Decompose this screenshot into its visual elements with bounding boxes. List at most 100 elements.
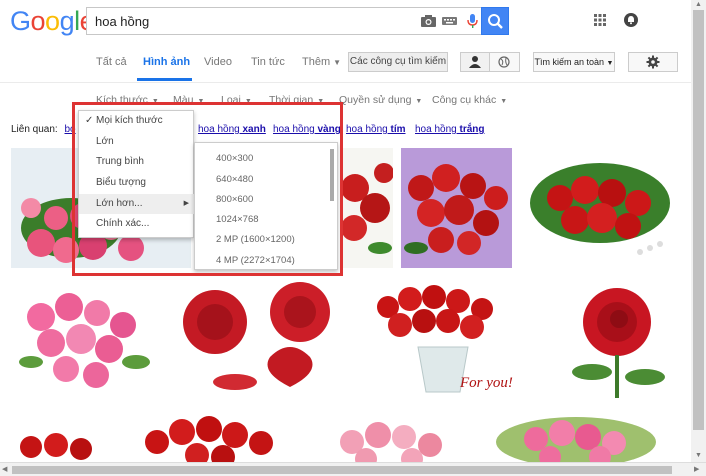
filter-time-label: Thời gian — [269, 94, 314, 106]
keyboard-icon[interactable] — [442, 15, 457, 27]
size-option-exact[interactable]: Chính xác... — [79, 214, 195, 234]
related-link-prefix: hoa hồng — [198, 124, 243, 135]
image-caption-text: For you! — [459, 375, 513, 391]
apps-grid-icon[interactable] — [594, 14, 606, 26]
filter-more-tools-label: Công cụ khác — [432, 94, 497, 106]
filter-size[interactable]: Kích thước ▼ — [96, 94, 159, 106]
image-result[interactable]: For you! — [348, 277, 539, 398]
size-dropdown-menu: ✓ Mọi kích thước Lớn Trung bình Biểu tượn… — [78, 110, 195, 238]
filter-more-tools[interactable]: Công cụ khác ▼ — [432, 94, 507, 106]
related-searches: Liên quan: bó — [11, 124, 76, 135]
image-result[interactable] — [170, 277, 340, 398]
chevron-down-icon: ▼ — [606, 60, 614, 67]
chevron-right-icon: ▶ — [183, 200, 189, 207]
image-result[interactable] — [312, 407, 468, 462]
scroll-down-arrow-icon[interactable]: ▼ — [695, 452, 702, 459]
search-button[interactable] — [481, 7, 509, 35]
related-link-tim[interactable]: hoa hồng tím — [346, 124, 406, 135]
related-link-bold: trắng — [459, 124, 485, 135]
tab-all[interactable]: Tất cả — [96, 56, 127, 68]
larger-option[interactable]: 2 MP (1600×1200) — [216, 234, 295, 245]
tab-images[interactable]: Hình ảnh — [143, 56, 190, 68]
google-logo[interactable]: Google — [10, 6, 95, 36]
gear-icon — [646, 55, 660, 69]
related-link-bold: tím — [390, 124, 406, 135]
vertical-scrollbar[interactable]: ▲ ▼ — [691, 0, 706, 476]
chevron-down-icon: ▼ — [500, 98, 508, 105]
size-option-medium[interactable]: Trung bình — [79, 152, 195, 172]
camera-icon[interactable] — [421, 15, 436, 27]
scroll-up-arrow-icon[interactable]: ▲ — [695, 1, 702, 8]
size-option-any[interactable]: ✓ Mọi kích thước — [79, 111, 195, 131]
tab-video[interactable]: Video — [204, 56, 232, 68]
size-option-label: Mọi kích thước — [96, 115, 163, 126]
settings-button[interactable] — [628, 52, 678, 72]
bell-icon — [628, 16, 634, 25]
person-icon — [469, 56, 481, 68]
vertical-scroll-thumb[interactable] — [693, 10, 704, 430]
chevron-down-icon: ▼ — [333, 58, 342, 67]
filter-size-label: Kích thước — [96, 94, 148, 106]
safe-search-label: Tìm kiếm an toàn — [534, 57, 605, 67]
related-label: Liên quan: — [11, 124, 58, 135]
chevron-down-icon: ▼ — [197, 98, 205, 105]
active-tab-indicator — [137, 78, 192, 81]
image-result[interactable] — [11, 277, 163, 398]
search-input[interactable]: hoa hồng — [86, 7, 481, 35]
filter-usage-rights[interactable]: Quyền sử dụng ▼ — [339, 94, 422, 106]
larger-option[interactable]: 1024×768 — [216, 214, 259, 225]
filter-color-label: Màu — [173, 94, 194, 106]
horizontal-scrollbar[interactable]: ◀ ▶ — [0, 462, 706, 476]
tab-more[interactable]: Thêm ▼ — [302, 56, 341, 68]
filter-color[interactable]: Màu ▼ — [173, 94, 204, 106]
related-link-bold: vàng — [317, 124, 341, 135]
scroll-right-arrow-icon[interactable]: ▶ — [694, 465, 699, 473]
image-result[interactable] — [547, 277, 683, 398]
chevron-down-icon: ▼ — [151, 98, 159, 105]
filter-time[interactable]: Thời gian ▼ — [269, 94, 324, 106]
larger-option[interactable]: 400×300 — [216, 153, 253, 164]
related-link-bold: xanh — [242, 124, 266, 135]
related-link-bo[interactable]: bó — [65, 124, 76, 135]
horizontal-scroll-thumb[interactable] — [12, 466, 672, 474]
chevron-down-icon: ▼ — [244, 98, 252, 105]
safe-search-button[interactable]: Tìm kiếm an toàn ▼ — [533, 52, 615, 72]
size-option-icon[interactable]: Biểu tượng — [79, 173, 195, 193]
image-result[interactable] — [340, 148, 393, 268]
hide-personal-results-button[interactable] — [490, 52, 520, 72]
larger-option[interactable]: 800×600 — [216, 194, 253, 205]
larger-than-submenu: 400×300 640×480 800×600 1024×768 2 MP (1… — [194, 142, 338, 270]
chevron-down-icon: ▼ — [415, 98, 423, 105]
filter-usage-rights-label: Quyền sử dụng — [339, 94, 412, 106]
search-icon — [488, 14, 503, 29]
larger-option[interactable]: 640×480 — [216, 174, 253, 185]
related-link-vang[interactable]: hoa hồng vàng — [273, 124, 341, 135]
size-option-label: Lớn hơn... — [96, 198, 143, 209]
related-link-trang[interactable]: hoa hồng trắng — [415, 124, 485, 135]
image-result[interactable] — [401, 148, 512, 268]
checkmark-icon: ✓ — [85, 115, 94, 126]
notifications-bell-icon[interactable] — [624, 13, 638, 27]
image-result[interactable] — [11, 427, 109, 462]
search-query-text: hoa hồng — [95, 14, 150, 29]
submenu-scrollbar[interactable] — [330, 149, 334, 201]
larger-option[interactable]: 4 MP (2272×1704) — [216, 255, 295, 266]
image-result[interactable] — [520, 148, 683, 268]
tab-news[interactable]: Tin tức — [251, 56, 285, 68]
size-option-large[interactable]: Lớn — [79, 132, 195, 152]
image-result[interactable] — [117, 407, 304, 462]
size-option-larger-than[interactable]: Lớn hơn... ▶ — [79, 194, 195, 214]
personal-results-button[interactable] — [460, 52, 490, 72]
filter-type-label: Loại — [221, 94, 241, 106]
related-link-xanh[interactable]: hoa hồng xanh — [198, 124, 266, 135]
scroll-left-arrow-icon[interactable]: ◀ — [2, 465, 7, 473]
related-link-prefix: hoa hồng — [415, 124, 460, 135]
chevron-down-icon: ▼ — [317, 98, 325, 105]
search-tools-button[interactable]: Các công cụ tìm kiếm — [348, 52, 448, 72]
globe-icon — [498, 56, 510, 68]
filter-type[interactable]: Loại ▼ — [221, 94, 252, 106]
microphone-icon[interactable] — [465, 14, 480, 28]
image-result[interactable] — [476, 407, 683, 462]
related-link-prefix: hoa hồng — [273, 124, 318, 135]
header: Google hoa hồng — [0, 0, 706, 42]
